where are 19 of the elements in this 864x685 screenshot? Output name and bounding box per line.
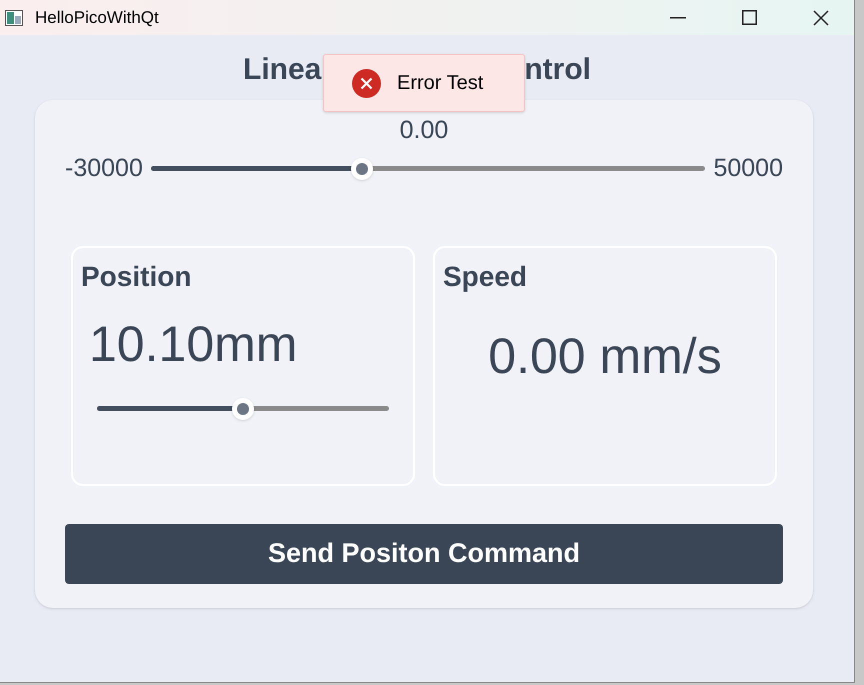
min-label: -30000 bbox=[65, 153, 143, 184]
slider-value: 0.00 bbox=[400, 115, 448, 146]
close-icon[interactable] bbox=[813, 10, 829, 26]
toast-message: Error Test bbox=[397, 71, 484, 96]
slider[interactable] bbox=[150, 158, 706, 180]
app-icon bbox=[5, 10, 23, 26]
error-icon bbox=[352, 68, 381, 98]
minimize-icon[interactable] bbox=[670, 16, 686, 18]
panel-title: Position bbox=[81, 260, 192, 294]
speed-value: 0.00 mm/s bbox=[488, 326, 722, 386]
heading-text: ntrol bbox=[524, 52, 592, 88]
heading-text: Linea bbox=[243, 52, 322, 88]
maximize-icon[interactable] bbox=[742, 10, 757, 25]
window-title: HelloPicoWithQt bbox=[35, 6, 159, 29]
slider[interactable] bbox=[97, 398, 389, 420]
panel-title: Speed bbox=[443, 260, 528, 294]
max-label: 50000 bbox=[713, 153, 783, 184]
send-position-button[interactable]: Send Positon Command bbox=[65, 524, 783, 584]
position-value: 10.10mm bbox=[89, 314, 298, 374]
